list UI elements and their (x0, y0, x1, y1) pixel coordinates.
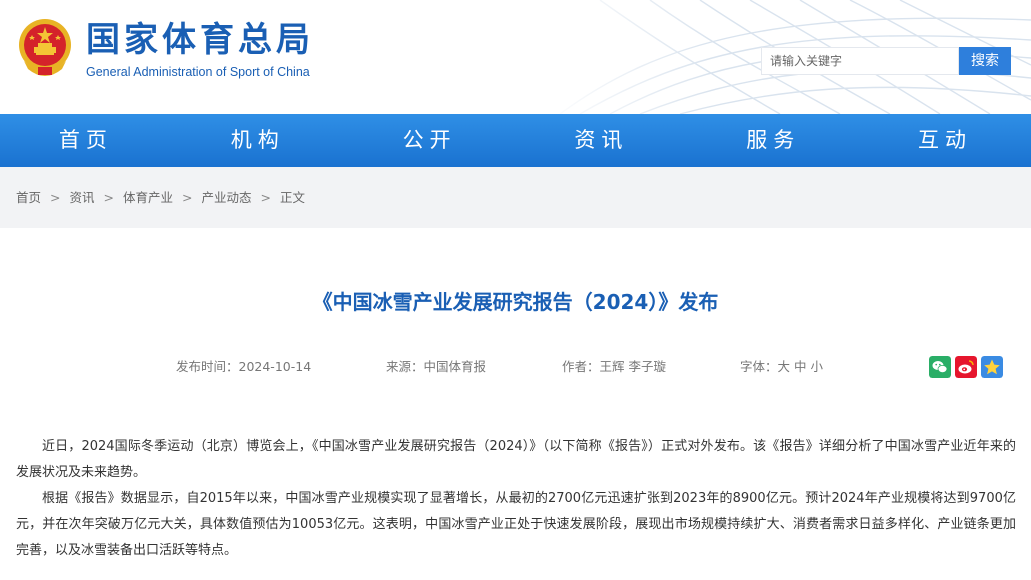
breadcrumb-current: 正文 (280, 190, 306, 205)
breadcrumb-separator: > (260, 190, 271, 205)
breadcrumb-separator: > (50, 190, 61, 205)
article-paragraph: 根据《报告》数据显示，自2015年以来，中国冰雪产业规模实现了显著增长，从最初的… (16, 491, 1016, 558)
article-paragraph: 近日，2024国际冬季运动（北京）博览会上，《中国冰雪产业发展研究报告（2024… (16, 439, 1016, 480)
site-name-english[interactable]: General Administration of Sport of China (86, 64, 310, 80)
nav-item-institutions[interactable]: 机构 (172, 114, 344, 167)
article-body: 近日，2024国际冬季运动（北京）博览会上，《中国冰雪产业发展研究报告（2024… (16, 434, 1016, 564)
nav-item-home[interactable]: 首页 (0, 114, 172, 167)
weibo-icon[interactable] (955, 356, 977, 378)
font-size-control: 字体：大 中 小 (740, 358, 823, 376)
font-size-medium[interactable]: 中 (794, 359, 807, 374)
breadcrumb-separator: > (182, 190, 193, 205)
font-size-large[interactable]: 大 (778, 359, 791, 374)
breadcrumb-industry-news[interactable]: 产业动态 (202, 190, 252, 205)
search-input[interactable]: 请输入关键字 (761, 47, 959, 75)
article-source: 来源：中国体育报 (386, 359, 487, 374)
publish-time: 发布时间：2024-10-14 (176, 359, 312, 374)
nav-item-news[interactable]: 资讯 (515, 114, 687, 167)
font-size-label: 字体： (740, 359, 778, 374)
font-size-small[interactable]: 小 (811, 359, 824, 374)
qzone-icon[interactable] (981, 356, 1003, 378)
breadcrumb: 首页 > 资讯 > 体育产业 > 产业动态 > 正文 (0, 167, 1031, 228)
breadcrumb-news[interactable]: 资讯 (70, 190, 95, 205)
nav-item-services[interactable]: 服务 (687, 114, 859, 167)
article-author: 作者：王辉 李子璇 (562, 359, 666, 374)
breadcrumb-home[interactable]: 首页 (16, 190, 41, 205)
wechat-icon[interactable] (929, 356, 951, 378)
search-button[interactable]: 搜索 (959, 47, 1011, 75)
nav-item-public[interactable]: 公开 (344, 114, 516, 167)
site-name[interactable]: 国家体育总局 (86, 20, 314, 60)
nav-item-interaction[interactable]: 互动 (859, 114, 1031, 167)
national-emblem-icon[interactable] (16, 17, 74, 79)
breadcrumb-sports-industry[interactable]: 体育产业 (123, 190, 173, 205)
site-header: 国家体育总局 General Administration of Sport o… (0, 0, 1031, 114)
breadcrumb-separator: > (103, 190, 114, 205)
main-nav: 首页 机构 公开 资讯 服务 互动 (0, 114, 1031, 167)
article-title: 《中国冰雪产业发展研究报告（2024）》发布 (312, 290, 719, 314)
